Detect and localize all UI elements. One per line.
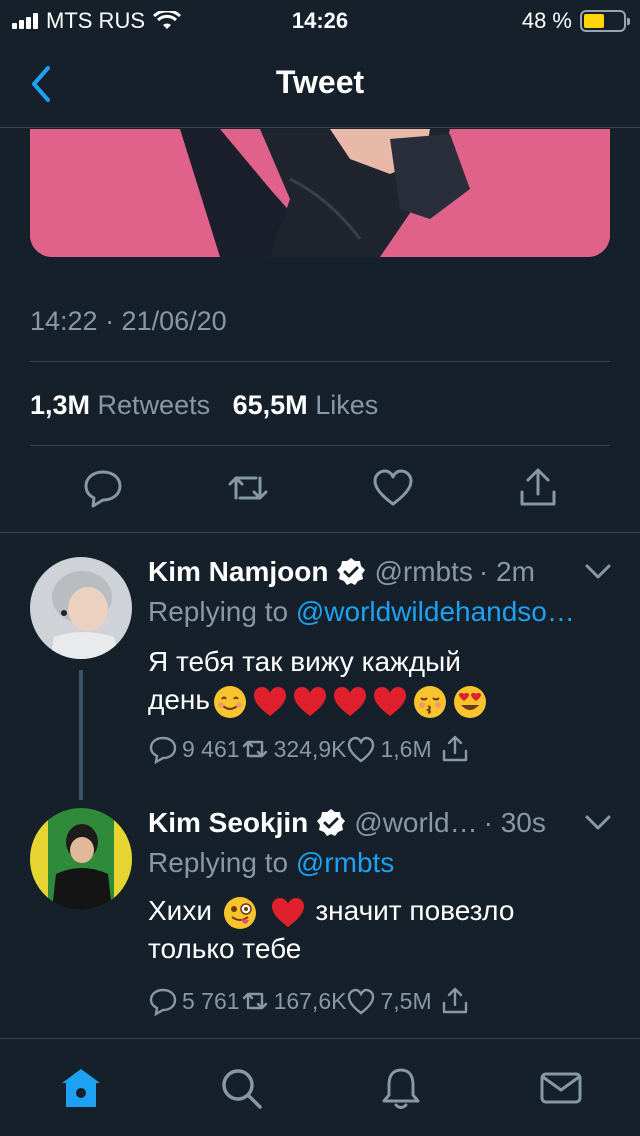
replying-to-link[interactable]: @rmbts [296, 847, 394, 878]
red-heart-emoji-icon [253, 686, 286, 716]
retweets-count[interactable]: 1,3M [30, 390, 90, 420]
avatar[interactable] [30, 557, 132, 659]
tweet-actions [0, 466, 640, 516]
like-count: 7,5M [380, 987, 432, 1014]
retweets-label[interactable]: Retweets [98, 390, 211, 420]
reply-text-line: только тебе [148, 933, 302, 964]
reply-handle[interactable]: @rmbts [374, 556, 472, 588]
replying-prefix: Replying to [148, 847, 289, 878]
divider [30, 361, 610, 362]
nav-bar: Tweet [0, 40, 640, 128]
retweet-count: 324,9K [273, 735, 347, 762]
verified-icon [337, 558, 366, 585]
reply-count: 5 761 [182, 987, 240, 1014]
reply-text: Я тебя так вижу каждый день [148, 643, 548, 719]
smiling-face-emoji-icon [213, 685, 246, 718]
verified-icon [317, 809, 346, 836]
reply-count: 9 461 [182, 735, 240, 762]
like-icon[interactable] [346, 986, 376, 1016]
red-heart-emoji-icon [333, 686, 366, 716]
red-heart-emoji-icon [271, 897, 304, 927]
divider [30, 445, 610, 446]
retweet-icon[interactable] [226, 466, 270, 510]
reply-author-name[interactable]: Kim Seokjin [148, 807, 308, 839]
chevron-down-icon[interactable] [584, 562, 612, 582]
reply-handle[interactable]: @world… [354, 807, 477, 839]
like-count: 1,6M [380, 735, 432, 762]
winking-tongue-emoji-icon [223, 896, 256, 929]
retweet-icon[interactable] [240, 734, 270, 764]
share-icon[interactable] [440, 986, 470, 1016]
thread-line [79, 670, 83, 800]
search-icon[interactable] [218, 1065, 264, 1111]
chevron-down-icon[interactable] [584, 813, 612, 833]
battery-icon [580, 10, 630, 32]
red-heart-emoji-icon [373, 686, 406, 716]
reply-text-line: день [148, 684, 210, 715]
reply-author-name[interactable]: Kim Namjoon [148, 556, 328, 588]
likes-count[interactable]: 65,5M [233, 390, 308, 420]
reply-text-line: значит повезло [315, 895, 515, 926]
reply-icon[interactable] [81, 466, 125, 510]
like-icon[interactable] [371, 466, 415, 510]
reply-icon[interactable] [148, 986, 178, 1016]
reply-stats: 9 461 324,9K 1,6M [148, 734, 474, 764]
kissing-face-emoji-icon [413, 685, 446, 718]
avatar[interactable] [30, 808, 132, 910]
notifications-icon[interactable] [378, 1065, 424, 1111]
tweet-media-image[interactable] [30, 129, 610, 257]
reply-time: · 30s [483, 807, 546, 838]
heart-eyes-emoji-icon [453, 685, 486, 718]
reply-stats: 5 761 167,6K 7,5M [148, 986, 474, 1016]
like-icon[interactable] [346, 734, 376, 764]
red-heart-emoji-icon [293, 686, 326, 716]
divider [0, 532, 640, 533]
reply-text: Хихи значит повезло только тебе [148, 892, 548, 968]
home-icon[interactable] [58, 1065, 104, 1111]
share-icon[interactable] [516, 466, 560, 510]
page-title: Tweet [275, 64, 365, 100]
tweet-timestamp: 14:22 · 21/06/20 [30, 306, 227, 336]
messages-icon[interactable] [538, 1065, 584, 1111]
replying-prefix: Replying to [148, 596, 289, 627]
replying-to-link[interactable]: @worldwildehandso… [296, 596, 575, 627]
photo-illustration [30, 129, 610, 257]
share-icon[interactable] [440, 734, 470, 764]
retweet-count: 167,6K [273, 987, 347, 1014]
battery-percent: 48 % [521, 8, 572, 33]
likes-label[interactable]: Likes [315, 390, 378, 420]
reply-text-line: Хихи [148, 895, 212, 926]
tab-bar [0, 1038, 640, 1136]
reply-text-line: Я тебя так вижу каждый [148, 646, 461, 677]
retweet-icon[interactable] [240, 986, 270, 1016]
reply-time: · 2m [478, 556, 535, 587]
tweet-stats: 1,3M Retweets 65,5M Likes [30, 390, 378, 421]
reply-icon[interactable] [148, 734, 178, 764]
status-bar: MTS RUS 14:26 48 % [0, 0, 640, 40]
